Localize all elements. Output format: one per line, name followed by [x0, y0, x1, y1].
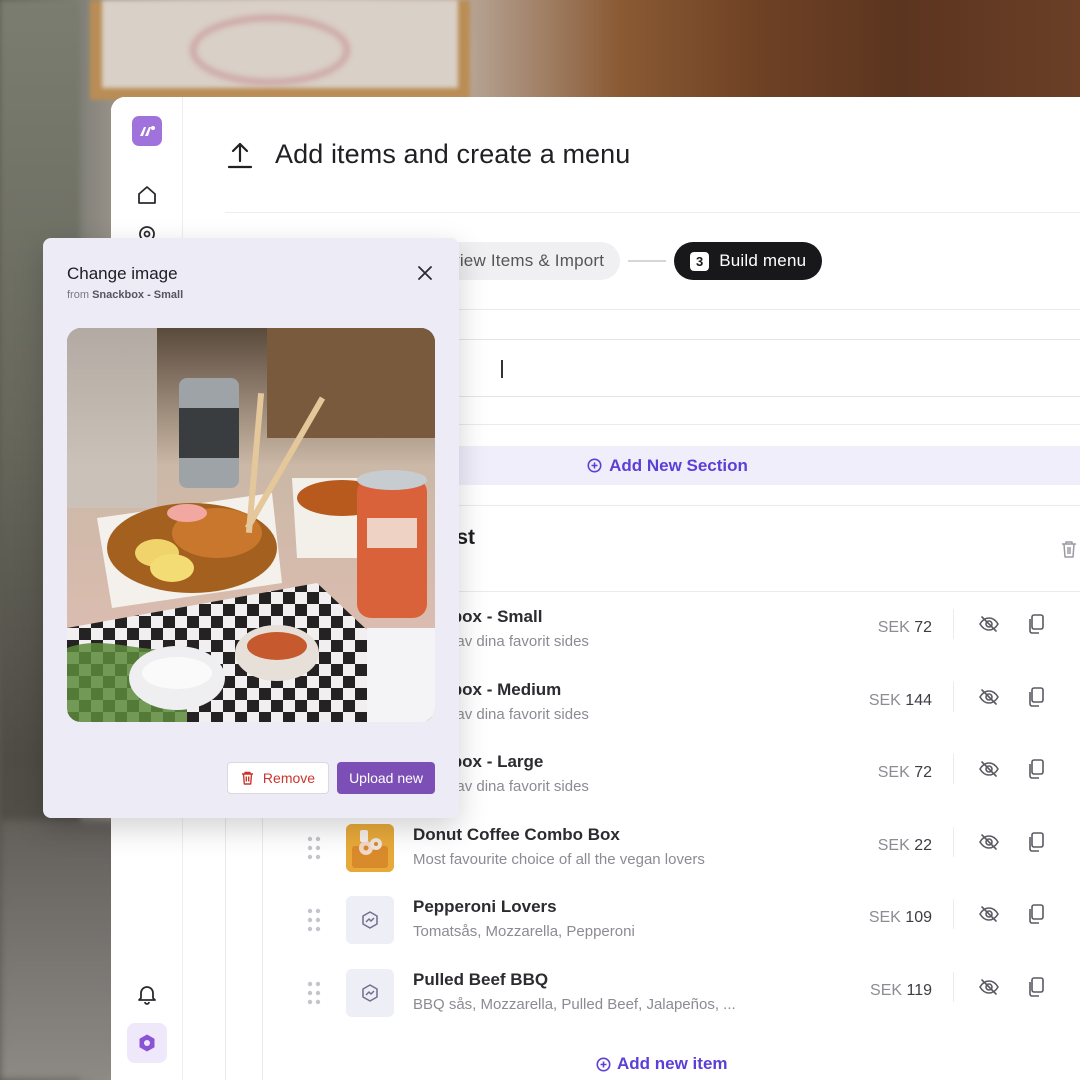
duplicate-icon[interactable] — [1026, 613, 1050, 637]
background-sign-lettering — [190, 15, 350, 85]
bell-icon[interactable] — [133, 980, 161, 1008]
app-logo[interactable] — [132, 116, 162, 146]
eye-off-icon[interactable] — [978, 686, 1002, 710]
price-amount: 22 — [914, 836, 932, 854]
trash-icon — [241, 771, 254, 785]
item-price: SEK 72 — [878, 764, 932, 782]
item-name: Donut Coffee Combo Box — [413, 824, 620, 844]
price-amount: 109 — [905, 909, 932, 926]
price-currency: SEK — [877, 836, 910, 854]
item-name: Pulled Beef BBQ — [413, 969, 549, 989]
item-description: Tomatsås, Mozzarella, Pepperoni — [413, 923, 635, 940]
change-image-dialog: Change image from Snackbox - Small Remov… — [43, 238, 459, 818]
subtitle-source: Snackbox - Small — [92, 289, 184, 301]
page-header: Add items and create a menu — [225, 97, 1080, 213]
add-new-item-label: Add new item — [617, 1054, 728, 1073]
placeholder-image-icon[interactable] — [346, 896, 394, 944]
plus-circle-icon — [596, 1057, 611, 1072]
restaurant-settings-icon[interactable] — [127, 1023, 167, 1063]
dialog-title: Change image — [67, 264, 178, 283]
price-amount: 72 — [914, 619, 932, 636]
step-number: 3 — [690, 251, 710, 271]
menu-item-row[interactable]: Pepperoni Lovers Tomatsås, Mozzarella, P… — [263, 882, 1080, 955]
background-street — [0, 820, 120, 1080]
close-icon[interactable] — [415, 263, 435, 283]
placeholder-image-icon[interactable] — [346, 968, 394, 1017]
trash-icon[interactable] — [1060, 539, 1080, 559]
eye-off-icon[interactable] — [978, 613, 1002, 637]
eye-off-icon[interactable] — [978, 903, 1002, 927]
page-title: Add items and create a menu — [275, 139, 631, 169]
step-build-menu[interactable]: 3 Build menu — [674, 242, 823, 280]
drag-handle-icon[interactable] — [307, 836, 321, 860]
home-icon[interactable] — [133, 181, 161, 209]
dialog-actions: Remove Upload new — [226, 762, 435, 794]
eye-off-icon[interactable] — [978, 758, 1002, 782]
drag-handle-icon[interactable] — [307, 981, 321, 1005]
price-currency: SEK — [877, 764, 910, 781]
eye-off-icon[interactable] — [978, 976, 1002, 1000]
plus-circle-icon — [587, 458, 602, 473]
subtitle-prefix: from — [67, 289, 89, 301]
add-new-item-button[interactable]: Add new item — [596, 1054, 728, 1074]
price-amount: 144 — [905, 691, 932, 709]
price-amount: 72 — [914, 764, 932, 781]
item-price: SEK 22 — [878, 837, 932, 855]
price-amount: 119 — [906, 981, 932, 999]
remove-button[interactable]: Remove — [226, 762, 330, 794]
price-currency: SEK — [870, 981, 903, 999]
item-price: SEK 109 — [869, 909, 932, 927]
remove-label: Remove — [262, 770, 316, 786]
duplicate-icon[interactable] — [1026, 831, 1050, 855]
divider — [953, 754, 954, 784]
menu-item-row[interactable]: Pulled Beef BBQ BBQ sås, Mozzarella, Pul… — [263, 955, 1080, 1028]
item-price: SEK 119 — [870, 982, 932, 1000]
item-price: SEK 144 — [869, 692, 932, 710]
dialog-subtitle: from Snackbox - Small — [67, 289, 183, 301]
duplicate-icon[interactable] — [1026, 686, 1050, 710]
item-description: BBQ sås, Mozzarella, Pulled Beef, Jalape… — [413, 995, 736, 1013]
duplicate-icon[interactable] — [1026, 903, 1050, 927]
upload-icon — [225, 140, 255, 170]
item-description: Most favourite choice of all the vegan l… — [413, 850, 705, 868]
price-currency: SEK — [868, 691, 901, 709]
step-connector — [628, 260, 667, 262]
drag-handle-icon[interactable] — [307, 908, 321, 932]
step-label: Build menu — [719, 251, 807, 270]
food-photo-preview — [67, 328, 435, 722]
item-price: SEK 72 — [878, 619, 932, 637]
divider — [953, 899, 954, 929]
menu-item-row[interactable]: Donut Coffee Combo Box Most favourite ch… — [263, 810, 1080, 883]
price-currency: SEK — [868, 909, 901, 926]
duplicate-icon[interactable] — [1026, 976, 1050, 1000]
price-currency: SEK — [877, 619, 910, 636]
divider — [953, 826, 954, 857]
divider — [953, 681, 954, 712]
item-thumbnail-photo[interactable] — [346, 823, 394, 872]
divider — [953, 971, 954, 1002]
stepper: Review Items & Import 3 Build menu — [413, 242, 823, 280]
duplicate-icon[interactable] — [1026, 758, 1050, 782]
upload-new-button[interactable]: Upload new — [337, 762, 435, 794]
add-new-section-label: Add New Section — [609, 455, 748, 475]
text-caret — [501, 360, 503, 378]
divider — [953, 609, 954, 639]
eye-off-icon[interactable] — [978, 831, 1002, 855]
item-name: Pepperoni Lovers — [413, 897, 557, 916]
